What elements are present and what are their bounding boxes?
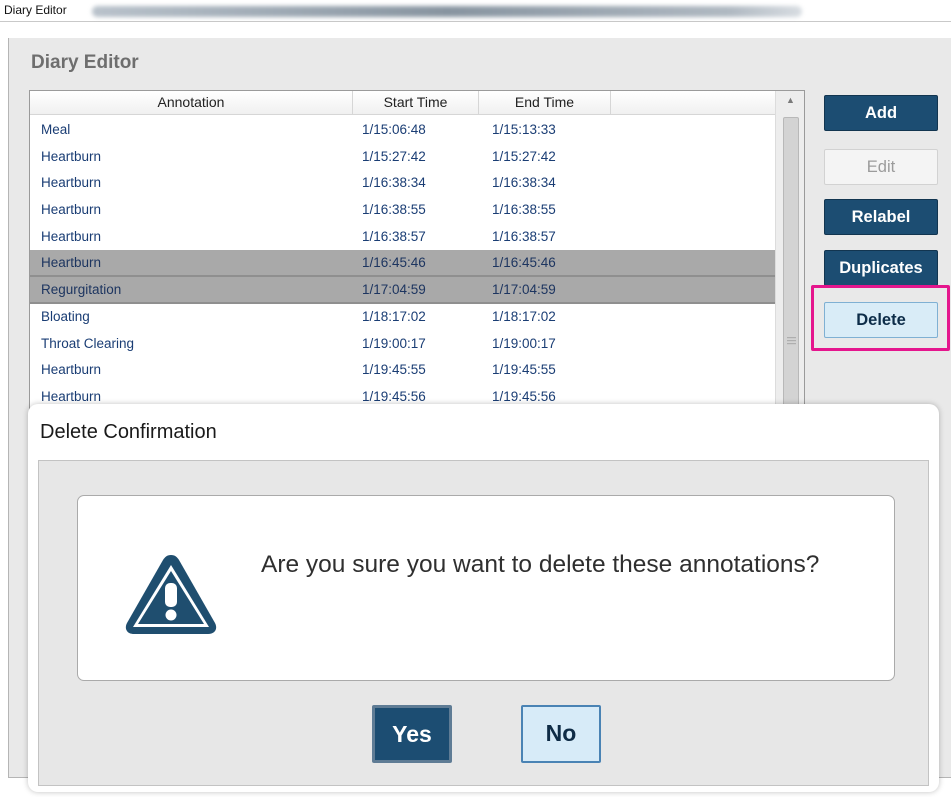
table-row[interactable]: Meal 1/15:06:48 1/15:13:33	[30, 117, 776, 144]
duplicates-button[interactable]: Duplicates	[824, 250, 938, 286]
column-header-annotation[interactable]: Annotation	[30, 91, 353, 114]
start-time-cell: 1/16:38:55	[362, 202, 426, 218]
annotation-cell: Bloating	[41, 308, 90, 324]
end-time-cell: 1/16:45:46	[492, 255, 556, 271]
end-time-cell: 1/15:13:33	[492, 122, 556, 137]
delete-confirmation-dialog: Delete Confirmation Are you sure you wan…	[28, 404, 939, 792]
message-box: Are you sure you want to delete these an…	[77, 495, 895, 681]
table-row[interactable]: Heartburn 1/16:38:57 1/16:38:57	[30, 224, 776, 251]
dialog-body: Are you sure you want to delete these an…	[38, 460, 929, 786]
end-time-cell: 1/16:38:55	[492, 202, 556, 218]
start-time-cell: 1/19:45:55	[362, 362, 426, 378]
vertical-scrollbar[interactable]: ▲ — — —	[775, 91, 804, 419]
title-bar: Diary Editor	[0, 0, 951, 22]
column-header-end-time[interactable]: End Time	[479, 91, 611, 114]
end-time-cell: 1/17:04:59	[492, 282, 556, 298]
table-row[interactable]: Throat Clearing 1/19:00:17 1/19:00:17	[30, 331, 776, 358]
column-header-empty	[611, 91, 776, 114]
annotation-cell: Heartburn	[41, 228, 102, 244]
start-time-cell: 1/16:38:57	[362, 228, 426, 244]
end-time-cell: 1/19:45:55	[492, 362, 556, 378]
start-time-cell: 1/18:17:02	[362, 308, 426, 324]
start-time-cell: 1/16:38:34	[362, 175, 426, 191]
table-row[interactable]: Heartburn 1/15:27:42 1/15:27:42	[30, 144, 776, 171]
annotation-table: Annotation Start Time End Time Meal 1/15:…	[29, 90, 805, 420]
blurred-background-text	[496, 420, 591, 442]
warning-triangle-icon	[125, 555, 217, 634]
annotation-cell: Regurgitation	[41, 282, 122, 298]
end-time-cell: 1/16:38:57	[492, 228, 556, 244]
annotation-cell: Heartburn	[41, 175, 102, 191]
scroll-grip-icon: — — —	[787, 332, 796, 348]
annotation-cell: Heartburn	[41, 255, 102, 271]
annotation-cell: Heartburn	[41, 362, 102, 378]
table-body: Meal 1/15:06:48 1/15:13:33 Heartburn 1/15:27…	[30, 117, 776, 411]
edit-button[interactable]: Edit	[824, 149, 938, 185]
relabel-button[interactable]: Relabel	[824, 199, 938, 235]
table-header: Annotation Start Time End Time	[30, 91, 804, 115]
table-row[interactable]: Bloating 1/18:17:02 1/18:17:02	[30, 304, 776, 331]
blurred-background-text	[287, 420, 382, 442]
end-time-cell: 1/15:27:42	[492, 148, 556, 164]
add-button[interactable]: Add	[824, 95, 938, 131]
column-header-start-time[interactable]: Start Time	[353, 91, 479, 114]
start-time-cell: 1/15:27:42	[362, 148, 426, 164]
table-row[interactable]: Heartburn 1/16:38:34 1/16:38:34	[30, 170, 776, 197]
page-title: Diary Editor	[31, 52, 139, 73]
end-time-cell: 1/16:38:34	[492, 175, 556, 191]
table-row[interactable]: Regurgitation 1/17:04:59 1/17:04:59	[30, 277, 776, 304]
scroll-up-arrow-icon[interactable]: ▲	[776, 91, 804, 113]
table-row[interactable]: Heartburn 1/16:45:46 1/16:45:46	[30, 250, 776, 278]
scrollbar-thumb[interactable]: — — —	[783, 117, 799, 417]
end-time-cell: 1/19:00:17	[492, 335, 556, 351]
title-bar-blur	[92, 6, 802, 17]
window-title: Diary Editor	[4, 3, 67, 17]
yes-button[interactable]: Yes	[372, 705, 452, 763]
confirmation-message: Are you sure you want to delete these an…	[261, 551, 820, 578]
end-time-cell: 1/18:17:02	[492, 308, 556, 324]
table-row[interactable]: Heartburn 1/16:38:55 1/16:38:55	[30, 197, 776, 224]
annotation-cell: Throat Clearing	[41, 335, 135, 351]
table-row[interactable]: Heartburn 1/19:45:55 1/19:45:55	[30, 357, 776, 384]
start-time-cell: 1/17:04:59	[362, 282, 426, 298]
annotation-cell: Heartburn	[41, 202, 102, 218]
dialog-title: Delete Confirmation	[40, 421, 217, 443]
annotation-cell: Meal	[41, 122, 71, 137]
no-button[interactable]: No	[521, 705, 601, 763]
start-time-cell: 1/16:45:46	[362, 255, 426, 271]
delete-button[interactable]: Delete	[824, 302, 938, 338]
annotation-cell: Heartburn	[41, 148, 102, 164]
start-time-cell: 1/19:00:17	[362, 335, 426, 351]
start-time-cell: 1/15:06:48	[362, 122, 426, 137]
